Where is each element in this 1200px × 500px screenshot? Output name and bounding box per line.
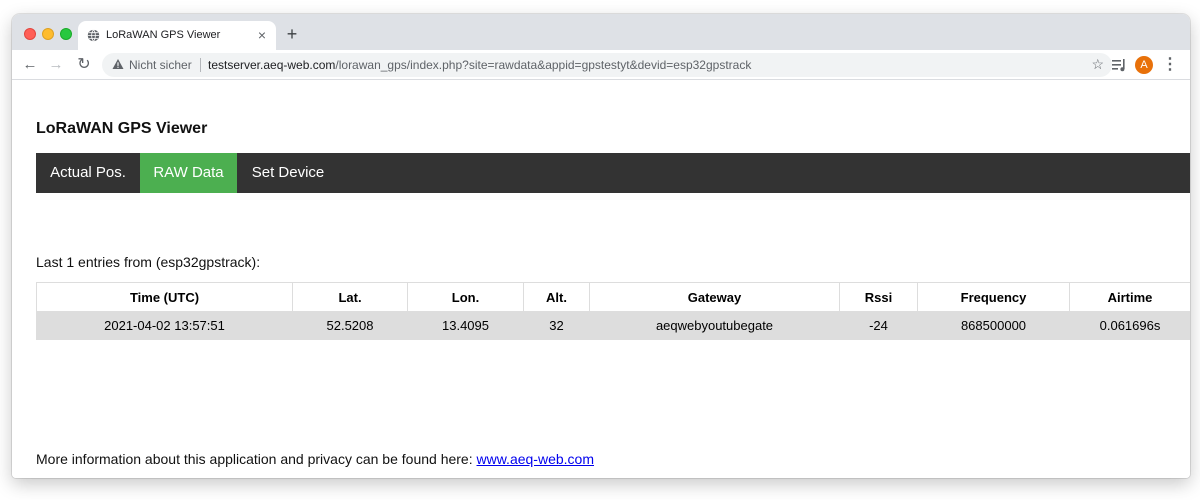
- footer-link[interactable]: www.aeq-web.com: [477, 451, 595, 467]
- page-content: LoRaWAN GPS Viewer Actual Pos. RAW Data …: [12, 81, 1190, 478]
- cell-time: 2021-04-02 13:57:51: [36, 311, 293, 340]
- browser-toolbar: ← → ↻ Nicht sicher testserver.aeq-web.co…: [12, 50, 1190, 80]
- column-header: Frequency: [917, 282, 1070, 312]
- page-title: LoRaWAN GPS Viewer: [36, 120, 208, 137]
- minimize-window-button[interactable]: [42, 28, 54, 40]
- forward-icon[interactable]: →: [46, 55, 66, 75]
- tab-title: LoRaWAN GPS Viewer: [106, 29, 221, 41]
- tab-strip: LoRaWAN GPS Viewer × +: [12, 14, 1190, 50]
- tab-close-icon[interactable]: ×: [254, 27, 270, 43]
- close-window-button[interactable]: [24, 28, 36, 40]
- browser-window: LoRaWAN GPS Viewer × + ← → ↻ Nicht siche…: [12, 14, 1190, 478]
- new-tab-button[interactable]: +: [282, 24, 302, 44]
- globe-icon: [87, 29, 100, 42]
- nav-item-set-device[interactable]: Set Device: [237, 153, 339, 193]
- cell-airtime: 0.061696s: [1069, 311, 1190, 340]
- nav-item-raw-data[interactable]: RAW Data: [140, 153, 237, 193]
- column-header: Rssi: [839, 282, 918, 312]
- address-bar[interactable]: Nicht sicher testserver.aeq-web.com/lora…: [102, 53, 1112, 77]
- bookmark-star-icon[interactable]: ☆: [1091, 56, 1104, 73]
- media-control-icon[interactable]: [1110, 56, 1128, 74]
- column-header: Lon.: [407, 282, 524, 312]
- warning-icon[interactable]: [112, 58, 124, 70]
- avatar[interactable]: A: [1135, 56, 1153, 74]
- column-header: Gateway: [589, 282, 840, 312]
- column-header: Lat.: [292, 282, 408, 312]
- column-header: Time (UTC): [36, 282, 293, 312]
- address-divider: [200, 58, 201, 72]
- entries-label: Last 1 entries from (esp32gpstrack):: [36, 254, 261, 270]
- cell-gateway: aeqwebyoutubegate: [589, 311, 840, 340]
- url-path: /lorawan_gps/index.php?site=rawdata&appi…: [335, 58, 752, 72]
- browser-tab[interactable]: LoRaWAN GPS Viewer ×: [78, 21, 276, 50]
- security-label[interactable]: Nicht sicher: [129, 58, 192, 72]
- cell-frequency: 868500000: [917, 311, 1070, 340]
- cell-rssi: -24: [839, 311, 918, 340]
- url-host: testserver.aeq-web.com: [208, 58, 336, 72]
- back-icon[interactable]: ←: [20, 55, 40, 75]
- column-header: Alt.: [523, 282, 590, 312]
- url-text[interactable]: testserver.aeq-web.com/lorawan_gps/index…: [208, 58, 751, 72]
- column-header: Airtime: [1069, 282, 1190, 312]
- table-row: 2021-04-02 13:57:51 52.5208 13.4095 32 a…: [36, 311, 1190, 340]
- nav-item-actual-pos[interactable]: Actual Pos.: [36, 153, 140, 193]
- table-header-row: Time (UTC) Lat. Lon. Alt. Gateway Rssi F…: [36, 282, 1190, 312]
- footer-info: More information about this application …: [36, 451, 594, 467]
- raw-data-table: Time (UTC) Lat. Lon. Alt. Gateway Rssi F…: [36, 282, 1190, 340]
- menu-icon[interactable]: ⋮: [1162, 55, 1178, 75]
- zoom-window-button[interactable]: [60, 28, 72, 40]
- nav-bar: Actual Pos. RAW Data Set Device: [36, 153, 1190, 193]
- cell-lon: 13.4095: [407, 311, 524, 340]
- footer-text: More information about this application …: [36, 451, 477, 467]
- reload-icon[interactable]: ↻: [74, 55, 94, 75]
- cell-alt: 32: [523, 311, 590, 340]
- cell-lat: 52.5208: [292, 311, 408, 340]
